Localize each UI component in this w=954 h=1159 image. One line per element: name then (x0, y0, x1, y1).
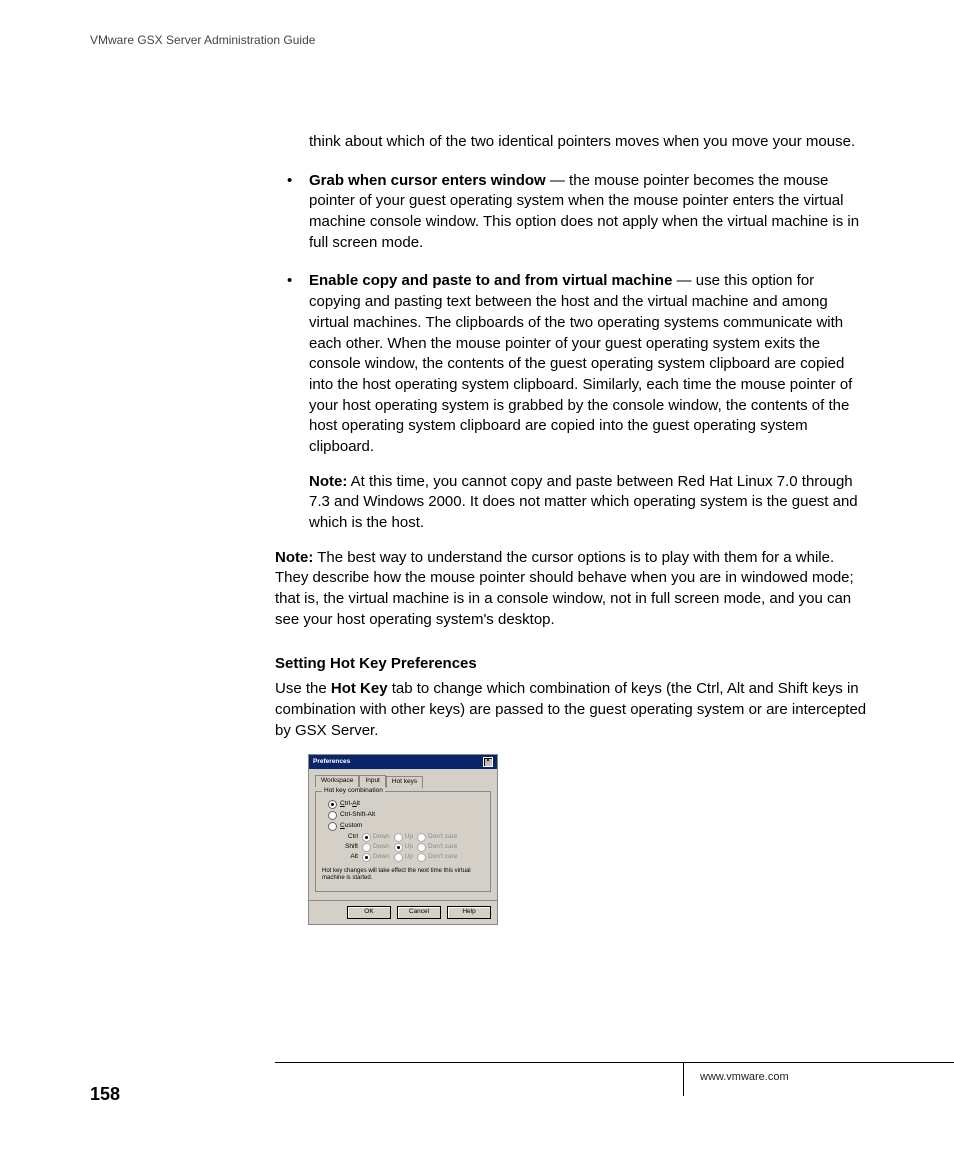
radio-icon (328, 800, 337, 809)
radio-label: Ctrl-Alt (340, 800, 360, 809)
dialog-note: Hot key changes will take effect the nex… (322, 868, 484, 882)
dialog-titlebar: Preferences × (309, 755, 497, 769)
opt-up[interactable]: Up (394, 843, 413, 852)
footer-rule (275, 1062, 954, 1063)
bullet-grab-cursor: Grab when cursor enters window — the mou… (275, 171, 865, 254)
section-paragraph: Use the Hot Key tab to change which comb… (275, 679, 871, 741)
tab-workspace[interactable]: Workspace (315, 775, 359, 787)
bullet-lead: Grab when cursor enters window (309, 172, 546, 189)
opt-dontcare[interactable]: Don't care (417, 843, 457, 852)
help-button[interactable]: Help (447, 906, 491, 919)
opt-down[interactable]: Down (362, 853, 390, 862)
row-label: Alt (340, 853, 358, 862)
footer-separator (683, 1062, 684, 1096)
tab-input[interactable]: Input (359, 775, 385, 787)
grid-row-ctrl: Ctrl Down Up Don't care (340, 833, 484, 842)
running-header: VMware GSX Server Administration Guide (90, 32, 315, 49)
opt-dontcare[interactable]: Don't care (417, 853, 457, 862)
radio-icon (328, 822, 337, 831)
radio-label: Custom (340, 822, 362, 831)
dialog-buttons: OK Cancel Help (309, 900, 497, 924)
radio-label: Ctrl-Shift-Alt (340, 811, 375, 820)
hotkey-group: Hot key combination Ctrl-Alt Ctrl-Shift-… (315, 791, 491, 891)
ok-button[interactable]: OK (347, 906, 391, 919)
dialog-tabs: Workspace Input Hot keys (315, 775, 491, 787)
opt-up[interactable]: Up (394, 853, 413, 862)
grid-row-alt: Alt Down Up Don't care (340, 853, 484, 862)
custom-grid: Ctrl Down Up Don't care Shift Down Up Do… (340, 833, 484, 862)
text: think about which of the two identical p… (309, 133, 855, 150)
inner-note: Note: At this time, you cannot copy and … (275, 472, 865, 534)
document-page: VMware GSX Server Administration Guide t… (0, 0, 954, 1159)
preferences-dialog: Preferences × Workspace Input Hot keys H… (309, 755, 497, 923)
tab-hotkeys[interactable]: Hot keys (386, 776, 423, 788)
note-text: At this time, you cannot copy and paste … (309, 473, 858, 531)
opt-down[interactable]: Down (362, 843, 390, 852)
radio-ctrl-alt[interactable]: Ctrl-Alt (328, 800, 484, 809)
body-column: think about which of the two identical p… (275, 132, 865, 924)
row-label: Shift (340, 843, 358, 852)
bullet-lead: Enable copy and paste to and from virtua… (309, 272, 672, 289)
row-label: Ctrl (340, 833, 358, 842)
text-a: Use the (275, 680, 331, 697)
opt-up[interactable]: Up (394, 833, 413, 842)
group-label: Hot key combination (322, 787, 385, 796)
radio-custom[interactable]: Custom (328, 822, 484, 831)
close-icon[interactable]: × (483, 757, 493, 767)
dialog-title-text: Preferences (313, 758, 350, 767)
opt-dontcare[interactable]: Don't care (417, 833, 457, 842)
radio-ctrl-shift-alt[interactable]: Ctrl-Shift-Alt (328, 811, 484, 820)
grid-row-shift: Shift Down Up Don't care (340, 843, 484, 852)
opt-down[interactable]: Down (362, 833, 390, 842)
note-text: The best way to understand the cursor op… (275, 549, 854, 628)
continuation-text: think about which of the two identical p… (275, 132, 865, 153)
section-heading: Setting Hot Key Preferences (275, 654, 871, 675)
bullet-text: — use this option for copying and pastin… (309, 272, 852, 455)
outer-note: Note: The best way to understand the cur… (275, 548, 871, 631)
note-label: Note: (309, 473, 347, 490)
hotkey-bold: Hot Key (331, 680, 388, 697)
cancel-button[interactable]: Cancel (397, 906, 441, 919)
dialog-body: Workspace Input Hot keys Hot key combina… (309, 769, 497, 899)
page-number: 158 (90, 1082, 120, 1107)
radio-icon (328, 811, 337, 820)
bullet-copy-paste: Enable copy and paste to and from virtua… (275, 271, 865, 457)
note-label: Note: (275, 549, 313, 566)
footer-url: www.vmware.com (700, 1070, 789, 1085)
